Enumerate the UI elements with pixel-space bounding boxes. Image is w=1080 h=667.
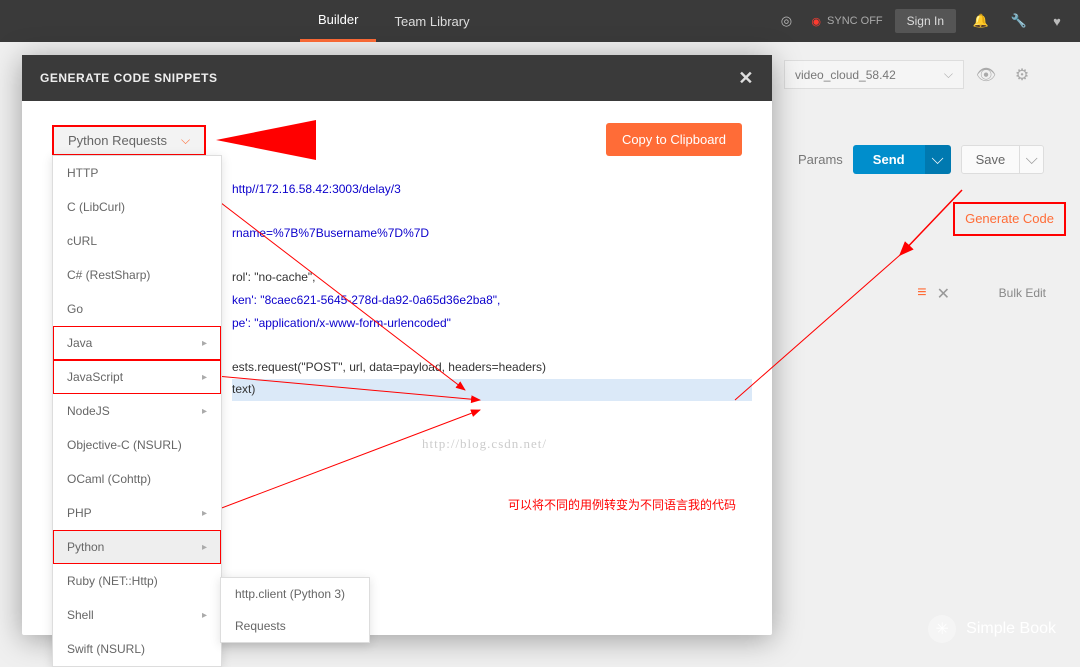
generate-code-link[interactable]: Generate Code xyxy=(965,211,1054,226)
sync-label: SYNC OFF xyxy=(827,15,883,27)
chevron-down-icon: ⌵ xyxy=(944,67,953,82)
drag-icon[interactable]: ≡ xyxy=(917,284,926,304)
language-dropdown[interactable]: HTTPC (LibCurl)cURLC# (RestSharp)GoJava▸… xyxy=(52,155,222,667)
sync-icon: ◉ xyxy=(811,15,821,28)
lang-item-javascript[interactable]: JavaScript▸ xyxy=(53,360,221,394)
modal-header: GENERATE CODE SNIPPETS ✕ xyxy=(22,55,772,101)
submenu-httpclient[interactable]: http.client (Python 3) xyxy=(221,578,369,610)
lang-item-ruby-net-http-[interactable]: Ruby (NET::Http) xyxy=(53,564,221,598)
save-button[interactable]: Save ⌵ xyxy=(961,145,1045,174)
sync-toggle[interactable]: ◉ SYNC OFF xyxy=(811,15,882,28)
generate-code-highlight: Generate Code xyxy=(953,202,1066,236)
lang-item-http[interactable]: HTTP xyxy=(53,156,221,190)
collection-name: video_cloud_58.42 xyxy=(795,68,896,82)
close-icon[interactable]: ✕ xyxy=(937,284,950,304)
lang-item-c-restsharp-[interactable]: C# (RestSharp) xyxy=(53,258,221,292)
param-row-icons: ≡ ✕ xyxy=(917,284,950,304)
send-main[interactable]: Send xyxy=(853,145,925,174)
code-preview: http//172.16.58.42:3003/delay/3 rname=%7… xyxy=(232,179,752,402)
brand-text: Simple Book xyxy=(966,620,1056,638)
send-button[interactable]: Send ⌵ xyxy=(853,145,951,174)
watermark-text: http://blog.csdn.net/ xyxy=(422,436,547,452)
lang-item-python[interactable]: Python▸ xyxy=(53,530,221,564)
lang-item-nodejs[interactable]: NodeJS▸ xyxy=(53,394,221,428)
modal-title: GENERATE CODE SNIPPETS xyxy=(40,71,217,85)
wechat-icon: ✳ xyxy=(928,615,956,643)
gear-icon[interactable]: ⚙ xyxy=(1008,61,1036,89)
top-bar: Builder Team Library ◎ ◉ SYNC OFF Sign I… xyxy=(0,0,1080,42)
tab-team-library[interactable]: Team Library xyxy=(376,0,487,42)
lang-item-java[interactable]: Java▸ xyxy=(53,326,221,360)
params-link[interactable]: Params xyxy=(798,152,843,167)
language-select[interactable]: Python Requests ⌵ xyxy=(52,125,206,156)
wrench-icon[interactable]: 🔧 xyxy=(1006,8,1032,34)
brand-badge: ✳ Simple Book xyxy=(928,615,1056,643)
lang-item-objective-c-nsurl-[interactable]: Objective-C (NSURL) xyxy=(53,428,221,462)
save-main[interactable]: Save xyxy=(962,146,1020,173)
language-selected: Python Requests xyxy=(68,133,167,148)
lang-item-go[interactable]: Go xyxy=(53,292,221,326)
bell-icon[interactable]: 🔔 xyxy=(968,8,994,34)
bulk-edit-link[interactable]: Bulk Edit xyxy=(999,286,1046,300)
code-snippets-modal: GENERATE CODE SNIPPETS ✕ Python Requests… xyxy=(22,55,772,635)
chevron-down-icon: ⌵ xyxy=(181,133,190,148)
close-icon[interactable]: ✕ xyxy=(738,68,754,89)
lang-item-shell[interactable]: Shell▸ xyxy=(53,598,221,632)
heart-icon[interactable]: ♥ xyxy=(1044,8,1070,34)
save-dropdown[interactable]: ⌵ xyxy=(1019,146,1043,173)
lang-item-curl[interactable]: cURL xyxy=(53,224,221,258)
eye-icon[interactable]: 👁 xyxy=(972,61,1000,89)
lang-item-php[interactable]: PHP▸ xyxy=(53,496,221,530)
lang-item-ocaml-cohttp-[interactable]: OCaml (Cohttp) xyxy=(53,462,221,496)
language-submenu[interactable]: http.client (Python 3) Requests xyxy=(220,577,370,643)
annotation-text: 可以将不同的用例转变为不同语言我的代码 xyxy=(508,496,736,513)
capture-icon[interactable]: ◎ xyxy=(773,8,799,34)
send-dropdown[interactable]: ⌵ xyxy=(925,145,951,174)
tab-builder[interactable]: Builder xyxy=(300,0,376,42)
signin-button[interactable]: Sign In xyxy=(895,9,956,33)
collection-select[interactable]: video_cloud_58.42 ⌵ xyxy=(784,60,964,89)
copy-clipboard-button[interactable]: Copy to Clipboard xyxy=(606,123,742,156)
lang-item-c-libcurl-[interactable]: C (LibCurl) xyxy=(53,190,221,224)
submenu-requests[interactable]: Requests xyxy=(221,610,369,642)
